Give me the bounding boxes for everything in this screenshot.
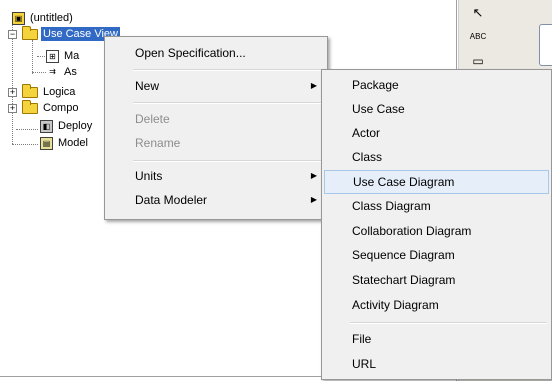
properties-icon: ▤ bbox=[40, 136, 53, 150]
menu-item-label: New bbox=[135, 79, 160, 93]
text-tool-button[interactable]: ABC bbox=[469, 28, 487, 46]
submenu-item-actor[interactable]: Actor bbox=[324, 121, 549, 145]
menu-item-rename[interactable]: Rename bbox=[107, 131, 325, 155]
menu-item-label: Sequence Diagram bbox=[352, 248, 455, 262]
menu-item-data-modeler[interactable]: Data Modeler ▶ bbox=[107, 188, 325, 212]
tree-item-label: Logica bbox=[43, 86, 76, 98]
tree-item-label: As bbox=[64, 66, 77, 78]
menu-item-delete[interactable]: Delete bbox=[107, 107, 325, 131]
expand-toggle[interactable]: + bbox=[8, 104, 17, 113]
menu-item-label: Open Specification... bbox=[135, 46, 246, 60]
tree-connector bbox=[16, 129, 38, 130]
menu-separator bbox=[133, 102, 323, 104]
tree-item-label: Ma bbox=[64, 50, 80, 62]
menu-item-label: Units bbox=[135, 169, 163, 183]
menu-item-units[interactable]: Units ▶ bbox=[107, 164, 325, 188]
tree-root-label: (untitled) bbox=[30, 12, 73, 24]
tree-item-label: Deploy bbox=[58, 120, 93, 132]
submenu-item-file[interactable]: File bbox=[324, 327, 549, 351]
submenu-item-statechart-diagram[interactable]: Statechart Diagram bbox=[324, 268, 549, 292]
menu-item-label: URL bbox=[352, 357, 377, 371]
submenu-arrow-icon: ▶ bbox=[310, 171, 317, 180]
menu-item-label: Actor bbox=[352, 126, 381, 140]
submenu-item-class[interactable]: Class bbox=[324, 145, 549, 169]
tree-item-deployment-view[interactable]: ◧ Deploy bbox=[40, 118, 94, 134]
submenu-arrow-icon: ▶ bbox=[310, 195, 317, 204]
tree-connector bbox=[32, 72, 46, 73]
context-menu: Open Specification... New ▶ Delete Renam… bbox=[104, 36, 328, 220]
tree-item-component-view[interactable]: Compo bbox=[22, 99, 80, 116]
submenu-item-sequence-diagram[interactable]: Sequence Diagram bbox=[324, 243, 549, 267]
menu-separator bbox=[133, 69, 323, 71]
menu-item-label: File bbox=[352, 332, 372, 346]
tree-item-logical-view[interactable]: Logica bbox=[22, 83, 77, 100]
tree-item-main[interactable]: ⊞ Ma bbox=[46, 48, 81, 64]
pointer-tool-icon[interactable]: ↖ bbox=[469, 4, 487, 22]
tree-connector bbox=[32, 40, 33, 74]
tree-connector bbox=[12, 22, 13, 144]
menu-item-label: Use Case bbox=[352, 102, 405, 116]
menu-item-new[interactable]: New ▶ bbox=[107, 74, 325, 98]
association-icon: ⇉ bbox=[46, 65, 59, 79]
submenu-item-url[interactable]: URL bbox=[324, 352, 549, 376]
model-root-icon: ▣ bbox=[12, 11, 25, 25]
tree-item-label: Model bbox=[58, 137, 88, 149]
tree-item-model-properties[interactable]: ▤ Model bbox=[40, 135, 90, 151]
menu-item-label: Delete bbox=[135, 112, 170, 126]
note-tool-icon[interactable]: ▭ bbox=[469, 52, 487, 70]
folder-icon bbox=[22, 83, 38, 98]
submenu-item-use-case-diagram[interactable]: Use Case Diagram bbox=[324, 170, 549, 194]
submenu-arrow-icon: ▶ bbox=[310, 81, 317, 90]
menu-separator bbox=[350, 322, 547, 324]
submenu-item-package[interactable]: Package bbox=[324, 73, 549, 97]
diagram-window[interactable] bbox=[539, 24, 552, 66]
folder-icon bbox=[22, 99, 38, 114]
menu-item-open-specification[interactable]: Open Specification... bbox=[107, 41, 325, 65]
submenu-item-collaboration-diagram[interactable]: Collaboration Diagram bbox=[324, 219, 549, 243]
tree-item-associations[interactable]: ⇉ As bbox=[46, 64, 79, 80]
expand-toggle[interactable]: + bbox=[8, 88, 17, 97]
submenu-item-activity-diagram[interactable]: Activity Diagram bbox=[324, 293, 549, 317]
menu-item-label: Data Modeler bbox=[135, 193, 208, 207]
folder-icon bbox=[22, 25, 38, 40]
collapse-toggle[interactable]: − bbox=[8, 30, 17, 39]
submenu-item-class-diagram[interactable]: Class Diagram bbox=[324, 194, 549, 218]
menu-item-label: Statechart Diagram bbox=[352, 273, 456, 287]
menu-item-label: Collaboration Diagram bbox=[352, 224, 472, 238]
tree-item-label: Compo bbox=[43, 102, 79, 114]
diagram-icon: ⊞ bbox=[46, 49, 59, 63]
tree-connector bbox=[12, 144, 38, 145]
menu-item-label: Rename bbox=[135, 136, 181, 150]
deployment-icon: ◧ bbox=[40, 119, 53, 133]
submenu-item-use-case[interactable]: Use Case bbox=[324, 97, 549, 121]
menu-item-label: Package bbox=[352, 78, 399, 92]
menu-item-label: Class bbox=[352, 150, 383, 164]
menu-item-label: Use Case Diagram bbox=[353, 175, 455, 189]
new-submenu: Package Use Case Actor Class Use Case Di… bbox=[321, 69, 552, 380]
menu-separator bbox=[133, 160, 323, 162]
menu-item-label: Class Diagram bbox=[352, 199, 431, 213]
tree-root[interactable]: ▣ (untitled) bbox=[12, 10, 75, 26]
menu-item-label: Activity Diagram bbox=[352, 298, 439, 312]
